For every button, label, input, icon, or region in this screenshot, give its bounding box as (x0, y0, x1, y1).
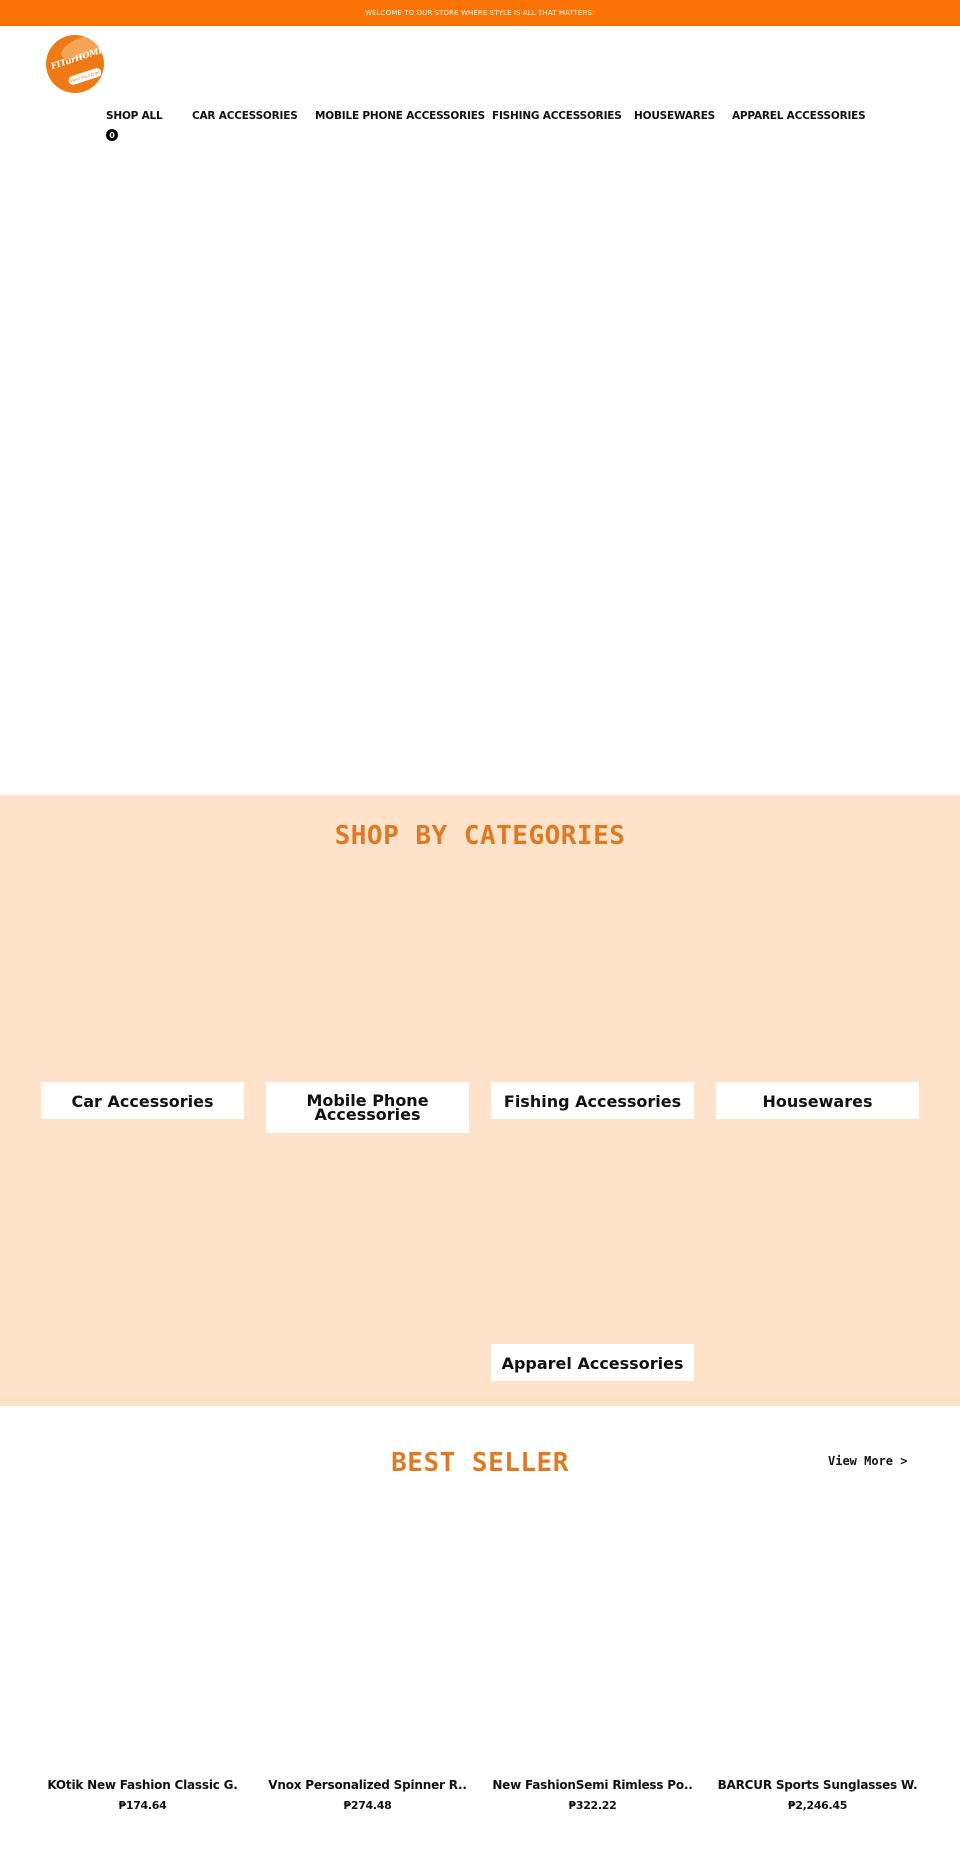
main-navigation: SHOP ALL CAR ACCESSORIES MOBILE PHONE AC… (0, 110, 960, 124)
category-card-fishing-accessories[interactable]: Fishing Accessories (491, 1082, 694, 1119)
announcement-text: WELCOME TO OUR STORE WHERE STYLE IS ALL … (365, 9, 595, 17)
product-name[interactable]: New FashionSemi Rimless Po.. (480, 1778, 705, 1792)
announcement-bar: WELCOME TO OUR STORE WHERE STYLE IS ALL … (0, 0, 960, 26)
logo-tagline: Mind the Style! (67, 66, 103, 87)
view-more-link[interactable]: View More > (828, 1454, 907, 1468)
category-card-mobile-phone-accessories[interactable]: Mobile Phone Accessories (266, 1082, 469, 1133)
nav-item-shop-all[interactable]: SHOP ALL (106, 110, 163, 122)
nav-item-housewares[interactable]: HOUSEWARES (634, 110, 715, 122)
category-card-apparel-accessories[interactable]: Apparel Accessories (491, 1344, 694, 1381)
best-seller-title: BEST SELLER (391, 1448, 569, 1478)
category-card-housewares[interactable]: Housewares (716, 1082, 919, 1119)
product-name[interactable]: KOtik New Fashion Classic G. (30, 1778, 255, 1792)
shop-by-categories-section: SHOP BY CATEGORIES Car Accessories Mobil… (0, 795, 960, 1406)
nav-item-fishing-accessories[interactable]: FISHING ACCESSORIES (492, 110, 622, 122)
nav-item-car-accessories[interactable]: CAR ACCESSORIES (192, 110, 298, 122)
nav-item-mobile-phone-accessories[interactable]: MOBILE PHONE ACCESSORIES (315, 110, 485, 122)
product-price: ₱174.64 (118, 1799, 167, 1812)
product-price: ₱322.22 (568, 1799, 617, 1812)
brand-logo[interactable]: FITurHOME Mind the Style! (46, 35, 104, 93)
product-name[interactable]: Vnox Personalized Spinner R.. (255, 1778, 480, 1792)
cart-count-badge[interactable]: 0 (106, 129, 118, 141)
categories-title: SHOP BY CATEGORIES (334, 821, 626, 851)
nav-item-apparel-accessories[interactable]: APPAREL ACCESSORIES (732, 110, 866, 122)
product-name[interactable]: BARCUR Sports Sunglasses W. (705, 1778, 930, 1792)
category-card-car-accessories[interactable]: Car Accessories (41, 1082, 244, 1119)
product-price: ₱2,246.45 (787, 1799, 848, 1812)
product-price: ₱274.48 (343, 1799, 392, 1812)
